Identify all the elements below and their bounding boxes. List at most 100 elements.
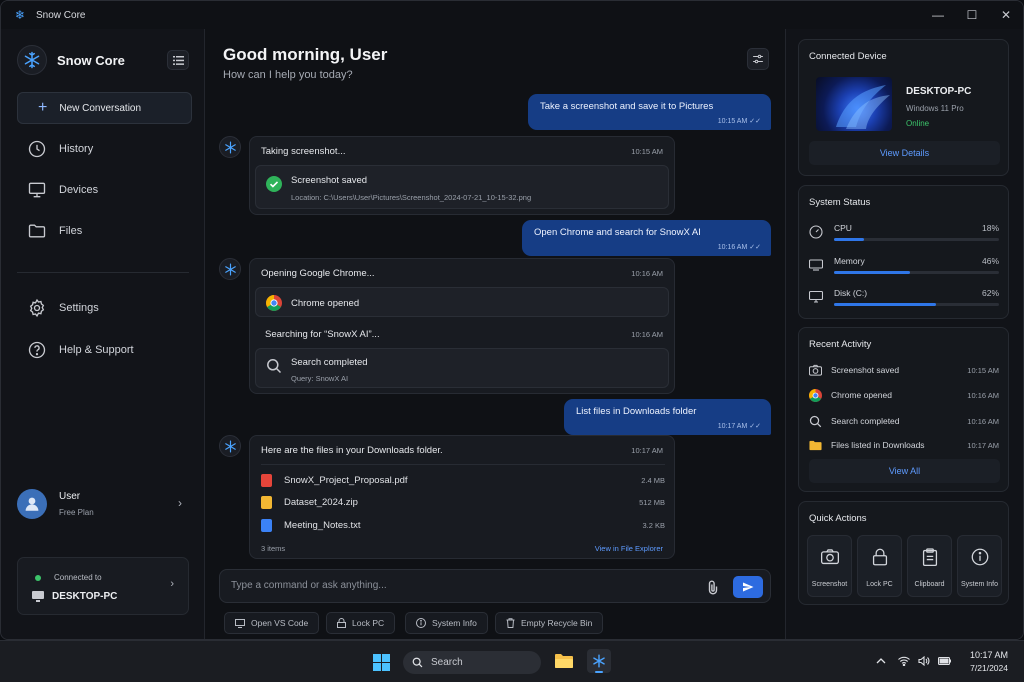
quick-action-lock-pc[interactable]: Lock PC: [857, 535, 902, 597]
message-text: List files in Downloads folder: [576, 406, 697, 417]
list-menu-button[interactable]: [167, 50, 189, 70]
page-title: Good morning, User: [223, 45, 388, 64]
cpu-stat: CPU 18%: [809, 223, 999, 249]
connected-device-panel: Connected Device DESKTOP-PC Windows 11 P…: [798, 39, 1009, 176]
quick-chip-system-info[interactable]: System Info: [405, 612, 488, 634]
file-row[interactable]: SnowX_Project_Proposal.pdf 2.4 MB: [261, 471, 665, 489]
view-in-file-explorer-link[interactable]: View in File Explorer: [595, 544, 663, 553]
monitor-icon: [28, 182, 46, 198]
sidebar-item-help[interactable]: Help & Support: [17, 337, 192, 363]
sidebar: Snow Core + New Conversation History Dev…: [1, 29, 205, 639]
new-conversation-button[interactable]: + New Conversation: [17, 92, 192, 124]
folder-icon: [809, 440, 822, 450]
stat-value: 46%: [981, 256, 999, 266]
bar-fill: [834, 303, 937, 306]
sidebar-item-devices[interactable]: Devices: [17, 177, 192, 203]
volume-icon[interactable]: [918, 656, 930, 666]
sidebar-item-files[interactable]: Files: [17, 218, 192, 244]
bot-message: Here are the files in your Downloads fol…: [249, 435, 675, 559]
message-text: Searching for “SnowX AI”...: [265, 329, 380, 340]
chrome-icon: [809, 388, 822, 402]
message-text: Here are the files in your Downloads fol…: [261, 445, 443, 456]
system-status-panel: System Status CPU 18% Memory 46% Disk (C…: [798, 185, 1009, 319]
filter-button[interactable]: [747, 48, 769, 70]
folder-icon: [28, 224, 46, 238]
chat-area: Good morning, User How can I help you to…: [205, 29, 785, 639]
snowflake-icon: ❄: [15, 8, 26, 22]
file-name: Dataset_2024.zip: [284, 496, 358, 508]
result-title: Screenshot saved: [291, 175, 368, 186]
activity-label: Search completed: [831, 416, 900, 426]
wifi-icon[interactable]: [898, 656, 910, 666]
chevron-up-icon[interactable]: [876, 656, 886, 666]
clock-icon: [28, 140, 46, 158]
user-message: Open Chrome and search for SnowX AI 10:1…: [522, 220, 771, 256]
battery-icon[interactable]: [938, 656, 952, 666]
quick-chip-open-vscode[interactable]: Open VS Code: [224, 612, 320, 634]
file-row[interactable]: Dataset_2024.zip 512 MB: [261, 493, 665, 511]
sidebar-item-history[interactable]: History: [17, 136, 192, 162]
view-details-button[interactable]: View Details: [809, 141, 1000, 165]
disk-icon: [809, 290, 823, 303]
file-explorer-icon[interactable]: [555, 653, 573, 669]
info-icon: [416, 618, 426, 628]
read-check-icon: ✓✓: [749, 244, 761, 251]
send-button[interactable]: [733, 576, 763, 598]
minimize-button[interactable]: —: [921, 1, 955, 29]
chrome-icon: [266, 295, 282, 311]
snowflake-icon: [224, 262, 236, 276]
device-os: Windows 11 Pro: [906, 104, 964, 113]
search-icon: [267, 359, 282, 374]
quick-action-clipboard[interactable]: Clipboard: [907, 535, 952, 597]
read-check-icon: ✓✓: [749, 118, 761, 125]
camera-icon: [809, 364, 822, 376]
file-size: 3.2 KB: [642, 520, 665, 530]
user-profile[interactable]: User Free Plan ›: [17, 484, 192, 524]
clipboard-icon: [922, 548, 938, 566]
activity-item: Files listed in Downloads 10:17 AM: [809, 437, 999, 453]
quick-action-label: Lock PC: [866, 581, 893, 588]
quick-chip-lock-pc[interactable]: Lock PC: [326, 612, 396, 634]
sidebar-item-label: Settings: [59, 302, 99, 314]
close-button[interactable]: ✕: [989, 1, 1023, 29]
bot-avatar: [219, 258, 241, 280]
file-size: 512 MB: [639, 497, 665, 507]
info-icon: [971, 548, 989, 566]
taskbar-search[interactable]: Search: [403, 651, 541, 674]
quick-chip-empty-recycle-bin[interactable]: Empty Recycle Bin: [495, 612, 604, 634]
monitor-icon: [235, 618, 245, 628]
file-row[interactable]: Meeting_Notes.txt 3.2 KB: [261, 516, 665, 534]
chip-label: Empty Recycle Bin: [521, 618, 593, 628]
activity-label: Chrome opened: [831, 390, 892, 400]
panel-title: System Status: [809, 197, 871, 208]
maximize-button[interactable]: ☐: [955, 1, 989, 29]
memory-bar: [834, 271, 999, 274]
panel-title: Recent Activity: [809, 339, 872, 350]
quick-action-label: System Info: [961, 581, 998, 588]
windows-start-icon[interactable]: [373, 654, 390, 671]
bot-message: Opening Google Chrome... 10:16 AM Chrome…: [249, 258, 675, 394]
result-card: Search completed Query: SnowX AI: [255, 348, 669, 388]
command-input[interactable]: [231, 580, 691, 591]
connection-card[interactable]: Connected to DESKTOP-PC ›: [17, 557, 189, 615]
panel-title: Quick Actions: [809, 513, 867, 524]
user-message: Take a screenshot and save it to Picture…: [528, 94, 771, 130]
stat-label: Disk (C:): [834, 288, 868, 298]
quick-action-system-info[interactable]: System Info: [957, 535, 1002, 597]
taskbar-snowcore-app[interactable]: [587, 649, 611, 673]
quick-action-screenshot[interactable]: Screenshot: [807, 535, 852, 597]
message-text: Taking screenshot...: [261, 146, 346, 157]
view-all-button[interactable]: View All: [809, 459, 1000, 483]
stat-label: Memory: [834, 256, 865, 266]
cpu-bar: [834, 238, 999, 241]
stat-value: 18%: [981, 223, 999, 233]
user-icon: [25, 497, 39, 511]
check-circle-icon: [266, 176, 282, 192]
user-message: List files in Downloads folder 10:17 AM …: [564, 399, 771, 435]
right-panel: Connected Device DESKTOP-PC Windows 11 P…: [785, 29, 1023, 639]
taskbar-clock[interactable]: 10:17 AM 7/21/2024: [970, 650, 1008, 673]
brand: Snow Core: [17, 45, 125, 75]
file-name: Meeting_Notes.txt: [284, 519, 361, 531]
sidebar-item-settings[interactable]: Settings: [17, 295, 192, 321]
bar-fill: [834, 238, 864, 241]
